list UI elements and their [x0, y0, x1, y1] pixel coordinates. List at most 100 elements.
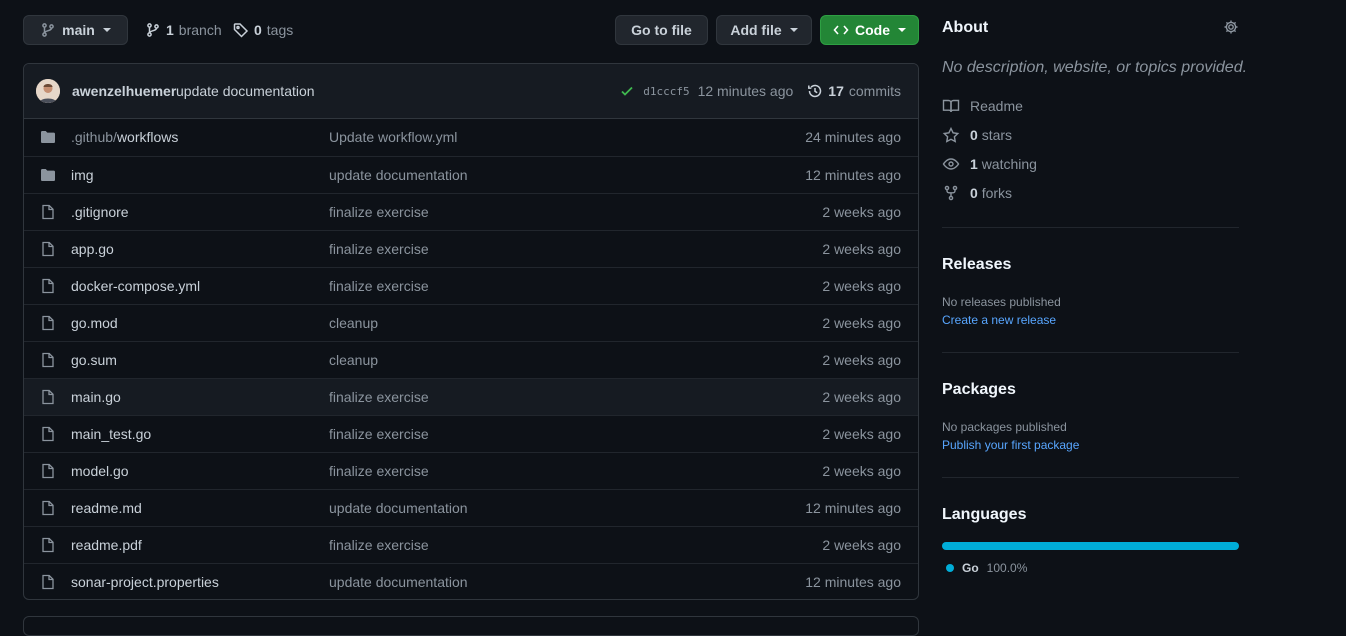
file-name: go.mod: [71, 315, 118, 331]
file-icon: [40, 463, 56, 479]
file-commit-message-link[interactable]: finalize exercise: [329, 241, 429, 257]
file-commit-message-link[interactable]: update documentation: [329, 574, 468, 590]
packages-empty-text: No packages published: [942, 420, 1067, 434]
file-name-link[interactable]: model.go: [71, 463, 129, 479]
file-row[interactable]: docker-compose.yml finalize exercise 2 wee…: [24, 267, 918, 304]
file-name: model.go: [71, 463, 129, 479]
file-row[interactable]: readme.pdf finalize exercise 2 weeks ago: [24, 526, 918, 563]
gear-icon[interactable]: [1223, 19, 1239, 35]
readme-link[interactable]: Readme: [942, 98, 1023, 114]
folder-icon: [40, 167, 56, 183]
file-name-link[interactable]: .gitignore: [71, 204, 129, 220]
file-commit-message-link[interactable]: finalize exercise: [329, 426, 429, 442]
sidebar-divider: [942, 227, 1239, 228]
packages-heading[interactable]: Packages: [942, 381, 1016, 399]
file-icon: [40, 574, 56, 590]
chevron-down-icon: [102, 28, 111, 32]
go-to-file-button[interactable]: Go to file: [615, 15, 708, 45]
languages-heading: Languages: [942, 506, 1027, 523]
file-commit-age: 24 minutes ago: [805, 129, 901, 145]
sidebar-divider: [942, 352, 1239, 353]
releases-empty-text: No releases published: [942, 295, 1061, 309]
file-icon: [40, 315, 56, 331]
file-name: workflows: [116, 129, 179, 145]
file-row[interactable]: app.go finalize exercise 2 weeks ago: [24, 230, 918, 267]
forks-link[interactable]: 0 forks: [942, 185, 1012, 201]
file-row[interactable]: go.sum cleanup 2 weeks ago: [24, 341, 918, 378]
code-icon: [833, 22, 849, 38]
file-commit-message-link[interactable]: finalize exercise: [329, 278, 429, 294]
branches-link[interactable]: 1 branch: [145, 22, 222, 38]
file-row[interactable]: .gitignore finalize exercise 2 weeks ago: [24, 193, 918, 230]
commit-time: 12 minutes ago: [697, 83, 794, 99]
file-name-link[interactable]: img: [71, 167, 94, 183]
file-name-link[interactable]: main_test.go: [71, 426, 151, 442]
file-name-link[interactable]: sonar-project.properties: [71, 574, 219, 590]
language-item-go[interactable]: Go 100.0%: [946, 561, 1027, 575]
readme-box: [23, 616, 919, 636]
stars-link[interactable]: 0 stars: [942, 127, 1012, 143]
file-commit-message-link[interactable]: finalize exercise: [329, 389, 429, 405]
file-icon: [40, 426, 56, 442]
file-commit-message-link[interactable]: finalize exercise: [329, 463, 429, 479]
watching-link[interactable]: 1 watching: [942, 156, 1037, 172]
book-icon: [942, 98, 960, 114]
file-row[interactable]: img update documentation 12 minutes ago: [24, 156, 918, 193]
avatar[interactable]: [36, 79, 60, 103]
file-commit-message-link[interactable]: cleanup: [329, 352, 378, 368]
file-name-link[interactable]: go.mod: [71, 315, 118, 331]
file-commit-age: 2 weeks ago: [822, 537, 901, 553]
file-commit-message-link[interactable]: finalize exercise: [329, 537, 429, 553]
commits-word: commits: [848, 83, 901, 99]
language-color-dot: [946, 564, 954, 572]
file-commit-message-link[interactable]: Update workflow.yml: [329, 129, 457, 145]
git-branch-icon: [145, 22, 161, 38]
file-row[interactable]: .github/workflows Update workflow.yml 24 m…: [24, 119, 918, 156]
file-name: docker-compose.yml: [71, 278, 201, 294]
commit-sha-link[interactable]: d1cccf5: [643, 85, 689, 98]
chevron-down-icon: [898, 28, 906, 32]
create-release-link[interactable]: Create a new release: [942, 313, 1056, 327]
tag-icon: [233, 22, 249, 38]
file-name-link[interactable]: go.sum: [71, 352, 117, 368]
file-name-link[interactable]: app.go: [71, 241, 114, 257]
commit-author-link[interactable]: awenzelhuemer: [72, 83, 176, 99]
file-commit-message-link[interactable]: finalize exercise: [329, 204, 429, 220]
readme-label: Readme: [970, 98, 1023, 114]
file-name-link[interactable]: docker-compose.yml: [71, 278, 200, 294]
file-commit-message-link[interactable]: cleanup: [329, 315, 378, 331]
file-row[interactable]: model.go finalize exercise 2 weeks ago: [24, 452, 918, 489]
file-name: readme.pdf: [71, 537, 142, 553]
publish-package-link[interactable]: Publish your first package: [942, 438, 1079, 452]
check-icon[interactable]: [619, 83, 635, 99]
file-row[interactable]: readme.md update documentation 12 minutes …: [24, 489, 918, 526]
code-button[interactable]: Code: [820, 15, 919, 45]
file-name-link[interactable]: main.go: [71, 389, 121, 405]
chevron-down-icon: [789, 28, 798, 32]
branch-select-button[interactable]: main: [23, 15, 128, 45]
watching-word: watching: [981, 156, 1037, 172]
file-name-link[interactable]: readme.md: [71, 500, 142, 516]
releases-heading[interactable]: Releases: [942, 256, 1011, 274]
forks-count: 0: [970, 185, 978, 201]
file-row[interactable]: go.mod cleanup 2 weeks ago: [24, 304, 918, 341]
file-commit-age: 2 weeks ago: [822, 352, 901, 368]
file-name: .gitignore: [71, 204, 129, 220]
file-row[interactable]: main_test.go finalize exercise 2 weeks ago: [24, 415, 918, 452]
file-name-link[interactable]: readme.pdf: [71, 537, 142, 553]
about-heading: About: [942, 19, 989, 36]
file-commit-age: 2 weeks ago: [822, 278, 901, 294]
add-file-button[interactable]: Add file: [716, 15, 812, 45]
git-branch-icon: [40, 22, 56, 38]
commit-message-link[interactable]: update documentation: [176, 83, 315, 99]
file-row[interactable]: main.go finalize exercise 2 weeks ago: [24, 378, 918, 415]
file-commit-message-link[interactable]: update documentation: [329, 500, 468, 516]
file-commit-message-link[interactable]: update documentation: [329, 167, 468, 183]
file-row[interactable]: sonar-project.properties update documenta…: [24, 563, 918, 599]
commits-history-link[interactable]: 17 commits: [807, 83, 901, 99]
fork-icon: [942, 185, 960, 201]
file-name-link[interactable]: .github/workflows: [71, 129, 178, 145]
file-commit-age: 2 weeks ago: [822, 389, 901, 405]
tags-link[interactable]: 0 tags: [233, 22, 293, 38]
file-commit-age: 2 weeks ago: [822, 241, 901, 257]
